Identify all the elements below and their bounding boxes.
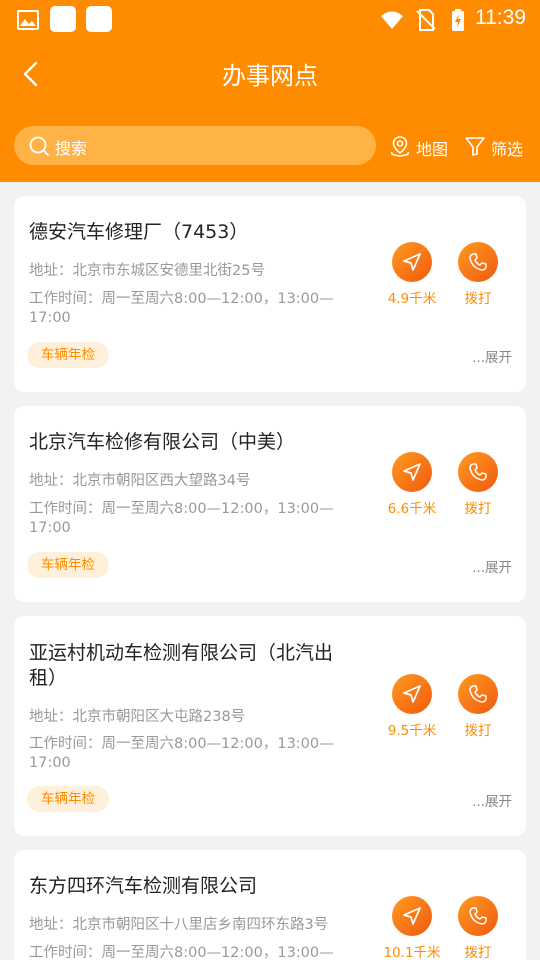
filter-button[interactable]: 筛选	[463, 133, 529, 159]
call-button[interactable]: 拨打	[448, 242, 508, 308]
point-address: 地址：北京市朝阳区大屯路238号	[29, 709, 246, 725]
app-notification-icon	[50, 6, 76, 32]
point-address: 地址：北京市朝阳区十八里店乡南四环东路3号	[29, 917, 329, 933]
navigate-button[interactable]: 9.5千米	[382, 674, 442, 740]
phone-icon	[469, 463, 487, 481]
expand-link[interactable]: ...展开	[472, 556, 512, 576]
map-label: 地图	[416, 140, 449, 159]
map-pin-icon	[390, 136, 410, 157]
service-tag: 车辆年检	[27, 552, 109, 578]
phone-icon	[469, 253, 487, 271]
navigation-arrow-icon	[403, 463, 421, 481]
navigate-button[interactable]: 6.6千米	[382, 452, 442, 518]
point-hours: 工作时间：周一至周六8:00—12:00，13:00—17:00	[29, 291, 334, 326]
filter-label: 筛选	[491, 140, 524, 159]
wifi-icon	[381, 11, 403, 29]
service-point-card[interactable]: 亚运村机动车检测有限公司（北汽出租） 地址：北京市朝阳区大屯路238号 工作时间…	[14, 616, 526, 836]
navigate-button[interactable]: 10.1千米	[382, 896, 442, 960]
call-label: 拨打	[464, 291, 492, 307]
point-name: 北京汽车检修有限公司（中美）	[29, 431, 296, 453]
battery-charging-icon	[452, 9, 464, 31]
point-name: 德安汽车修理厂（7453）	[29, 221, 249, 243]
call-button[interactable]: 拨打	[448, 896, 508, 960]
point-name: 东方四环汽车检测有限公司	[29, 875, 258, 897]
navigation-arrow-icon	[403, 253, 421, 271]
call-label: 拨打	[464, 945, 492, 960]
expand-link[interactable]: ...展开	[472, 346, 512, 366]
navigation-arrow-icon	[403, 907, 421, 925]
service-point-card[interactable]: 北京汽车检修有限公司（中美） 地址：北京市朝阳区西大望路34号 工作时间：周一至…	[14, 406, 526, 602]
point-hours: 工作时间：周一至周六8:00—12:00，13:00—17:00	[29, 736, 334, 771]
point-name: 亚运村机动车检测有限公司（北汽出租）	[29, 642, 334, 689]
point-hours: 工作时间：周一至周六8:00—12:00，13:00—	[29, 945, 334, 960]
phone-icon	[469, 907, 487, 925]
status-bar: 11:39	[0, 0, 540, 38]
phone-icon	[469, 685, 487, 703]
call-label: 拨打	[464, 501, 492, 517]
filter-funnel-icon	[465, 137, 485, 156]
service-tag: 车辆年检	[27, 786, 109, 812]
service-point-card[interactable]: 德安汽车修理厂（7453） 地址：北京市东城区安德里北街25号 工作时间：周一至…	[14, 196, 526, 392]
call-button[interactable]: 拨打	[448, 674, 508, 740]
call-label: 拨打	[464, 723, 492, 739]
no-sim-icon	[416, 9, 436, 31]
app-notification-icon	[86, 6, 112, 32]
service-point-card[interactable]: 东方四环汽车检测有限公司 地址：北京市朝阳区十八里店乡南四环东路3号 工作时间：…	[14, 850, 526, 960]
point-address: 地址：北京市东城区安德里北街25号	[29, 263, 265, 279]
app-header: 11:39 办事网点 搜索 地图 筛选	[0, 0, 540, 182]
call-button[interactable]: 拨打	[448, 452, 508, 518]
search-icon	[29, 136, 49, 156]
service-tag: 车辆年检	[27, 342, 109, 368]
expand-link[interactable]: ...展开	[472, 790, 512, 810]
search-input[interactable]: 搜索	[14, 126, 376, 165]
point-hours: 工作时间：周一至周六8:00—12:00，13:00—17:00	[29, 501, 334, 536]
page-title: 办事网点	[222, 62, 318, 90]
map-button[interactable]: 地图	[388, 133, 454, 159]
image-notification-icon	[17, 10, 39, 30]
point-address: 地址：北京市朝阳区西大望路34号	[29, 473, 251, 489]
search-placeholder: 搜索	[55, 139, 88, 158]
navigate-button[interactable]: 4.9千米	[382, 242, 442, 308]
clock: 11:39	[475, 6, 526, 29]
navigation-arrow-icon	[403, 685, 421, 703]
